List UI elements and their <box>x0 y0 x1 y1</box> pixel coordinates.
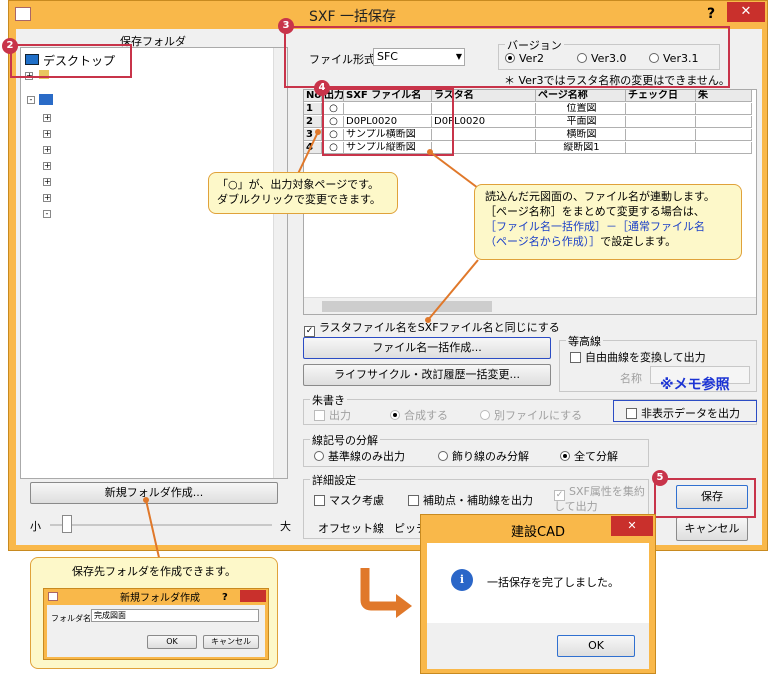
callout-link-line4a: （ページ名から作成）］ <box>485 235 601 248</box>
completion-dialog: 建設CAD ✕ i 一括保存を完了しました。 OK <box>420 514 656 674</box>
callout-output: 「○」が、出力対象ページです。 ダブルクリックで変更できます。 <box>208 172 398 214</box>
help-button[interactable]: ? <box>222 590 228 605</box>
callout-link-line4b: で設定します。 <box>600 235 677 248</box>
mini-ok-button[interactable]: OK <box>147 635 197 649</box>
mini-cancel-button[interactable]: キャンセル <box>203 635 259 649</box>
callout-link-line2: ［ページ名称］をまとめて変更する場合は、 <box>485 205 705 218</box>
callout-link: 読込んだ元図面の、ファイル名が連動します。 ［ページ名称］をまとめて変更する場合… <box>474 184 742 260</box>
folder-name-input[interactable]: 完成図面 <box>91 609 259 622</box>
callout-folder-text: 保存先フォルダを作成できます。 <box>72 565 236 578</box>
app-icon <box>48 592 58 601</box>
new-folder-dialog-title: 新規フォルダ作成 <box>120 593 200 604</box>
new-folder-dialog: 新規フォルダ作成 ? フォルダ名 完成図面 OK キャンセル <box>43 588 269 660</box>
completion-message: 一括保存を完了しました。 <box>487 576 619 589</box>
ok-button[interactable]: OK <box>557 635 635 657</box>
close-button[interactable]: ✕ <box>611 516 653 536</box>
close-button[interactable] <box>240 590 266 602</box>
new-folder-dialog-body: フォルダ名 完成図面 OK キャンセル <box>47 605 265 657</box>
folder-name-label: フォルダ名 <box>51 614 91 623</box>
callout-link-line1: 読込んだ元図面の、ファイル名が連動します。 <box>485 190 715 203</box>
callout-folder: 保存先フォルダを作成できます。 新規フォルダ作成 ? フォルダ名 完成図面 OK… <box>30 557 278 669</box>
callout-link-line3: ［ファイル名一括作成］－［通常ファイル名 <box>485 220 705 233</box>
completion-dialog-body: i 一括保存を完了しました。 OK <box>427 543 649 669</box>
info-icon: i <box>451 569 473 591</box>
callout-output-line2: ダブルクリックで変更できます。 <box>217 193 381 206</box>
callout-output-line1: 「○」が、出力対象ページです。 <box>217 178 380 191</box>
